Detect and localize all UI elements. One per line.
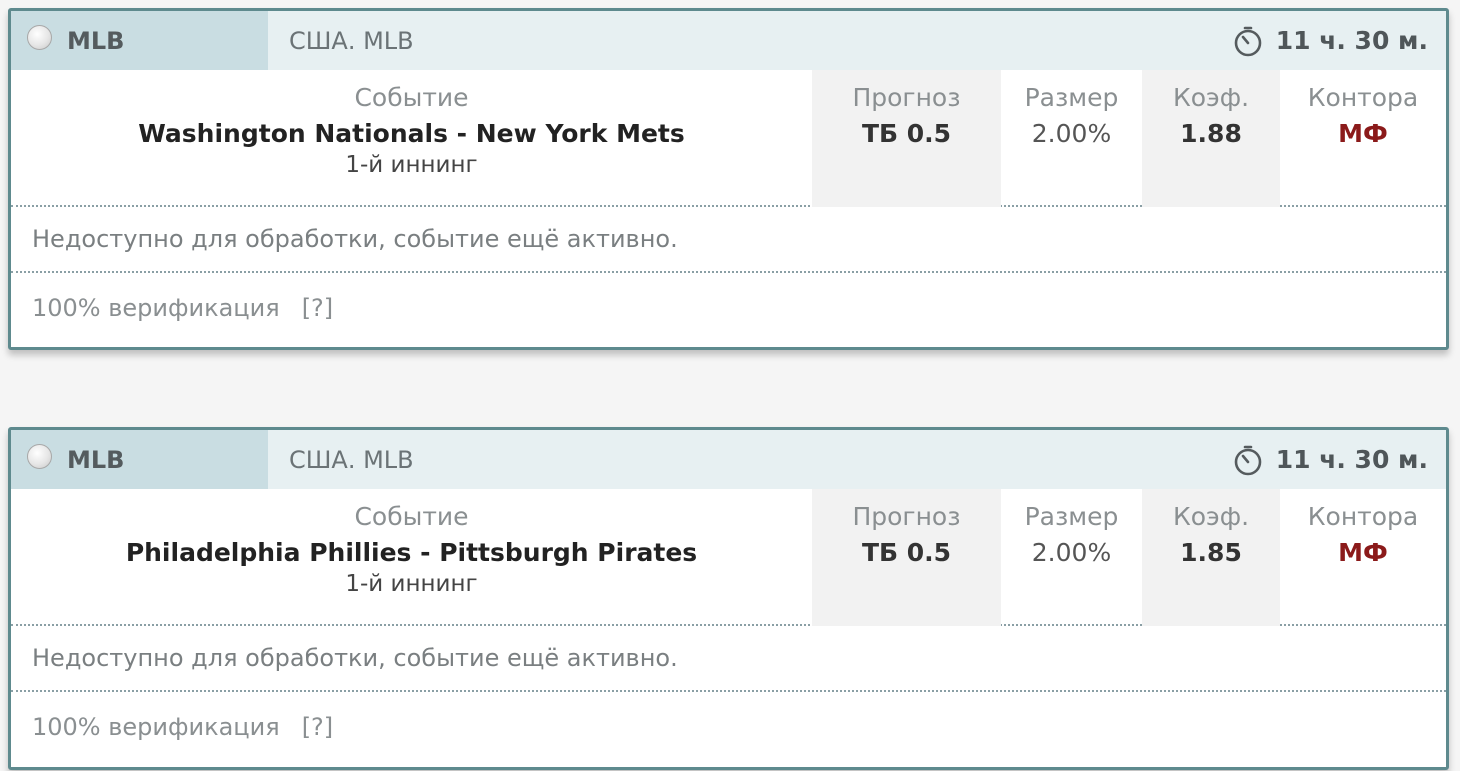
forecast-value: ТБ 0.5 (861, 119, 952, 148)
forecast-header: Прогноз (852, 83, 961, 112)
bookie-column: Контора МФ (1280, 489, 1446, 626)
card-header: MLB США. MLB 11 ч. 30 м. (11, 11, 1446, 70)
country-league: США. MLB (289, 445, 414, 474)
league-tab[interactable]: MLB (11, 11, 268, 70)
event-teams[interactable]: Washington Nationals - New York Mets (11, 117, 812, 151)
status-note: Недоступно для обработки, событие ещё ак… (11, 207, 1446, 273)
verification-text: 100% верификация (32, 713, 280, 741)
odds-value: 1.85 (1180, 538, 1242, 567)
forecast-column: Прогноз ТБ 0.5 (812, 70, 1001, 207)
radio-icon[interactable] (27, 444, 52, 469)
verification-text: 100% верификация (32, 294, 280, 322)
event-column: Событие Washington Nationals - New York … (11, 70, 812, 207)
league-name: MLB (67, 445, 125, 474)
bookie-value[interactable]: МФ (1280, 117, 1446, 151)
bookie-header: Контора (1307, 83, 1419, 112)
bookie-value[interactable]: МФ (1280, 536, 1446, 570)
bet-card: MLB США. MLB 11 ч. 30 м. Событие Philade… (8, 427, 1449, 770)
odds-value: 1.88 (1180, 119, 1242, 148)
odds-column: Коэф. 1.85 (1142, 489, 1280, 626)
event-period: 1-й иннинг (345, 152, 478, 178)
league-name: MLB (67, 26, 125, 55)
odds-header: Коэф. (1172, 83, 1250, 112)
event-period: 1-й иннинг (345, 571, 478, 597)
forecast-value: ТБ 0.5 (861, 538, 952, 567)
size-column: Размер 2.00% (1001, 489, 1142, 626)
size-header: Размер (1024, 502, 1119, 531)
event-teams[interactable]: Philadelphia Phillies - Pittsburgh Pirat… (11, 536, 812, 570)
verification-row: 100% верификация [?] (11, 692, 1446, 762)
forecast-column: Прогноз ТБ 0.5 (812, 489, 1001, 626)
bet-card: MLB США. MLB 11 ч. 30 м. Событие Washing… (8, 8, 1449, 350)
bookie-header: Контора (1307, 502, 1419, 531)
card-header: MLB США. MLB 11 ч. 30 м. (11, 430, 1446, 489)
forecast-header: Прогноз (852, 502, 961, 531)
radio-icon[interactable] (27, 25, 52, 50)
timer-icon (1234, 445, 1262, 475)
size-column: Размер 2.00% (1001, 70, 1142, 207)
odds-column: Коэф. 1.88 (1142, 70, 1280, 207)
odds-header: Коэф. (1172, 502, 1250, 531)
event-column: Событие Philadelphia Phillies - Pittsbur… (11, 489, 812, 626)
verification-row: 100% верификация [?] (11, 273, 1446, 343)
event-header: Событие (354, 83, 469, 112)
time-remaining: 11 ч. 30 м. (1232, 430, 1428, 489)
league-tab[interactable]: MLB (11, 430, 268, 489)
time-text: 11 ч. 30 м. (1275, 26, 1428, 55)
size-value: 2.00% (1031, 119, 1112, 148)
status-note: Недоступно для обработки, событие ещё ак… (11, 626, 1446, 692)
size-header: Размер (1024, 83, 1119, 112)
help-link[interactable]: [?] (302, 713, 333, 741)
size-value: 2.00% (1031, 538, 1112, 567)
bet-details: Событие Philadelphia Phillies - Pittsbur… (11, 489, 1446, 626)
time-remaining: 11 ч. 30 м. (1232, 11, 1428, 70)
event-header: Событие (354, 502, 469, 531)
help-link[interactable]: [?] (302, 294, 333, 322)
country-league: США. MLB (289, 26, 414, 55)
bet-details: Событие Washington Nationals - New York … (11, 70, 1446, 207)
timer-icon (1234, 26, 1262, 56)
bookie-column: Контора МФ (1280, 70, 1446, 207)
time-text: 11 ч. 30 м. (1275, 445, 1428, 474)
